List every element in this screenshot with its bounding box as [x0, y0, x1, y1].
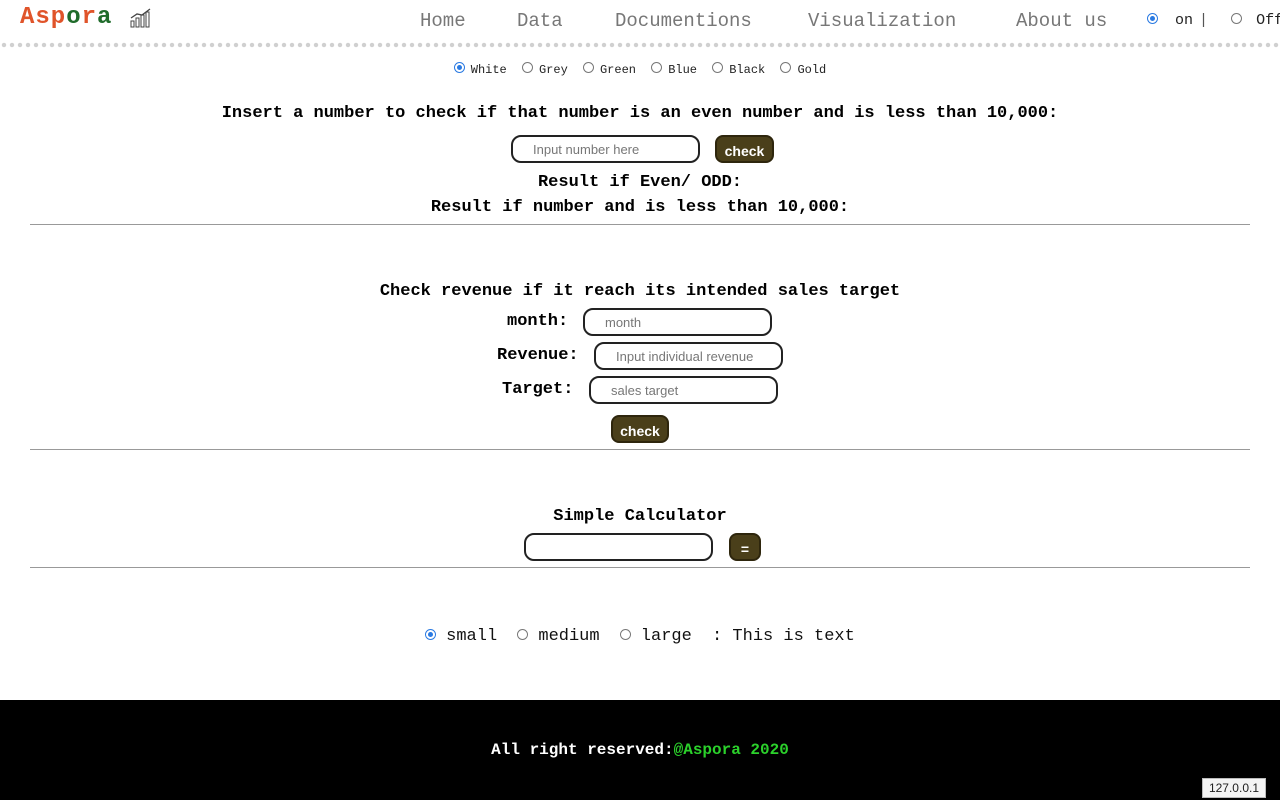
size-large-radio[interactable] [619, 629, 631, 640]
main-nav: Home Data Documentions Visualization Abo… [0, 10, 1280, 36]
even-check-button[interactable]: check [715, 135, 774, 163]
toggle-separator: | [1199, 12, 1209, 29]
section-divider-1 [30, 224, 1250, 225]
theme-white-label: White [470, 63, 507, 77]
nav-about-us[interactable]: About us [1016, 10, 1107, 32]
theme-black-label: Black [729, 63, 766, 77]
theme-option-black[interactable]: Black [712, 62, 766, 77]
nav-data[interactable]: Data [517, 10, 563, 32]
on-off-toggle: on | Off [1147, 12, 1280, 29]
theme-option-grey[interactable]: Grey [521, 62, 568, 77]
footer-brand: @Aspora 2020 [673, 741, 789, 759]
header-dotted-divider [0, 42, 1280, 48]
theme-selector: White Grey Green Blue Black Gold [0, 62, 1280, 77]
footer-text: All right reserved:@Aspora 2020 [0, 741, 1280, 759]
section-divider-3 [30, 567, 1250, 568]
revenue-input[interactable]: Input individual revenue [594, 342, 783, 370]
theme-grey-label: Grey [538, 63, 568, 77]
nav-visualization[interactable]: Visualization [808, 10, 956, 32]
toggle-off-radio[interactable] [1231, 13, 1243, 24]
toggle-off-label: Off [1256, 12, 1280, 29]
toggle-on-radio[interactable] [1147, 13, 1158, 24]
theme-green-label: Green [599, 63, 636, 77]
result-less-than: Result if number and is less than 10,000… [430, 198, 850, 217]
size-small-label: small [446, 627, 498, 646]
footer-rights: All right reserved: [491, 741, 674, 759]
result-even-odd: Result if Even/ ODD: [537, 173, 743, 192]
month-label: month: [507, 312, 569, 331]
theme-green-radio[interactable] [582, 62, 594, 73]
target-label: Target: [502, 380, 574, 399]
number-input[interactable]: Input number here [511, 135, 700, 163]
size-medium-radio[interactable] [517, 629, 529, 640]
theme-blue-label: Blue [668, 63, 698, 77]
theme-option-blue[interactable]: Blue [651, 62, 698, 77]
theme-option-green[interactable]: Green [582, 62, 636, 77]
theme-white-radio[interactable] [453, 62, 465, 73]
even-check-prompt: Insert a number to check if that number … [221, 104, 1059, 123]
text-size-selector: small medium large : This is text [0, 627, 1280, 646]
sample-text: : This is text [712, 627, 855, 646]
equals-button[interactable]: = [729, 533, 761, 561]
size-medium-label: medium [538, 627, 600, 646]
target-input[interactable]: sales target [589, 376, 778, 404]
size-small-radio[interactable] [425, 629, 437, 640]
site-footer: All right reserved:@Aspora 2020 127.0.0.… [0, 700, 1280, 800]
nav-home[interactable]: Home [420, 10, 466, 32]
section-divider-2 [30, 449, 1250, 450]
theme-black-radio[interactable] [712, 62, 724, 73]
nav-documentions[interactable]: Documentions [615, 10, 752, 32]
site-header: Aspora Home Data Documentions Visualizat… [0, 0, 1280, 48]
calculator-title: Simple Calculator [553, 507, 727, 526]
theme-grey-radio[interactable] [521, 62, 533, 73]
theme-gold-label: Gold [797, 63, 827, 77]
theme-option-white[interactable]: White [453, 62, 507, 77]
revenue-label: Revenue: [497, 346, 579, 365]
theme-gold-radio[interactable] [780, 62, 792, 73]
calculator-input[interactable] [524, 533, 713, 561]
theme-blue-radio[interactable] [651, 62, 663, 73]
theme-option-gold[interactable]: Gold [780, 62, 827, 77]
host-badge: 127.0.0.1 [1201, 778, 1266, 798]
month-input[interactable]: month [583, 308, 772, 336]
revenue-check-button[interactable]: check [611, 415, 669, 443]
revenue-check-title: Check revenue if it reach its intended s… [379, 282, 901, 301]
toggle-on-label: on [1175, 12, 1194, 29]
size-large-label: large [640, 627, 692, 646]
